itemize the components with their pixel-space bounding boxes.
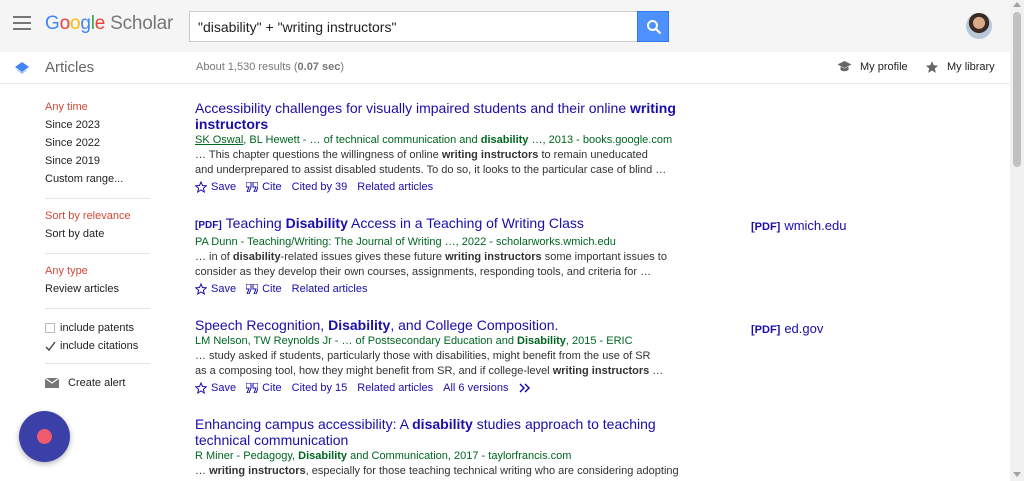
avatar[interactable] [966,13,992,39]
hamburger-icon[interactable] [13,16,31,30]
related-articles-link[interactable]: Related articles [357,382,433,394]
result-snippet: … study asked if students, particularly … [195,350,664,377]
cited-by-link[interactable]: Cited by 15 [292,382,348,394]
result-title[interactable]: Speech Recognition, Disability, and Coll… [195,317,735,333]
articles-icon [15,62,29,74]
filter-since-2019[interactable]: Since 2019 [45,154,155,172]
result-item: Accessibility challenges for visually im… [195,100,735,195]
result-title[interactable]: Accessibility challenges for visually im… [195,100,735,132]
pdf-link-wmich[interactable]: [PDF] wmich.edu [751,218,846,233]
cite-button[interactable]: Cite [246,283,282,295]
star-outline-icon [195,181,207,193]
section-label: Articles [45,59,95,76]
my-profile-link[interactable]: My profile [837,60,908,73]
quote-icon [246,182,259,192]
top-bar: Google Scholar [0,0,1010,52]
author-link[interactable]: SK Oswal [195,134,243,146]
result-snippet: … in of disability-related issues gives … [195,251,667,278]
filter-any-time[interactable]: Any time [45,100,155,118]
checkmark-icon [45,341,56,352]
graduation-cap-icon [837,61,852,72]
result-authors: SK Oswal, BL Hewett - … of technical com… [195,134,673,146]
scroll-up-arrow-icon[interactable] [1013,2,1021,7]
result-item: Speech Recognition, Disability, and Coll… [195,317,735,396]
result-actions: Save Cite Related articles [195,281,735,297]
result-item: [PDF] Teaching Disability Access in a Tea… [195,215,735,297]
record-dot-icon [37,429,52,444]
result-title[interactable]: Enhancing campus accessibility: A disabi… [195,416,735,448]
search-icon [647,20,662,35]
save-button[interactable]: Save [195,181,236,193]
sort-by-date[interactable]: Sort by date [45,227,155,245]
results-count: About 1,530 results (0.07 sec) [196,61,345,73]
pdf-link-ed-gov[interactable]: [PDF] ed.gov [751,321,823,336]
quote-icon [246,383,259,393]
cite-button[interactable]: Cite [246,382,282,394]
floating-record-button[interactable] [19,411,70,462]
results-list: Accessibility challenges for visually im… [195,100,735,481]
google-scholar-logo[interactable]: Google Scholar [45,13,173,35]
quote-icon [246,284,259,294]
cite-button[interactable]: Cite [246,181,282,193]
checkbox-checked[interactable] [45,341,56,352]
all-versions-link[interactable]: All 6 versions [443,382,508,394]
filter-since-2023[interactable]: Since 2023 [45,118,155,136]
filter-custom-range[interactable]: Custom range... [45,172,155,190]
result-title[interactable]: [PDF] Teaching Disability Access in a Tea… [195,215,735,234]
cited-by-link[interactable]: Cited by 39 [292,181,348,193]
include-citations-checkbox[interactable]: include citations [45,337,155,355]
star-icon [925,61,939,73]
my-library-link[interactable]: My library [925,60,995,74]
divider [45,308,150,309]
scrollbar[interactable] [1010,0,1024,481]
filter-sidebar: Any time Since 2023 Since 2022 Since 201… [45,100,155,392]
result-item: Enhancing campus accessibility: A disabi… [195,416,735,479]
filter-review-articles[interactable]: Review articles [45,282,155,300]
divider [45,363,150,364]
related-articles-link[interactable]: Related articles [292,283,368,295]
search-input[interactable] [189,11,637,42]
result-snippet: … writing instructors, especially for th… [195,465,679,477]
save-button[interactable]: Save [195,382,236,394]
save-button[interactable]: Save [195,283,236,295]
more-button[interactable] [519,383,531,393]
scrollbar-thumb[interactable] [1013,12,1021,167]
create-alert-link[interactable]: Create alert [45,374,155,392]
result-authors: LM Nelson, TW Reynolds Jr - … of Postsec… [195,335,633,347]
filter-any-type[interactable]: Any type [45,264,155,282]
divider [45,253,150,254]
star-outline-icon [195,382,207,394]
related-articles-link[interactable]: Related articles [357,181,433,193]
result-authors: PA Dunn - Teaching/Writing: The Journal … [195,236,616,248]
checkbox-unchecked[interactable] [45,323,55,333]
divider [45,198,150,199]
sort-by-relevance[interactable]: Sort by relevance [45,209,155,227]
search-button[interactable] [637,11,669,42]
result-authors: R Miner - Pedagogy, Disability and Commu… [195,450,572,462]
result-snippet: … This chapter questions the willingness… [195,149,667,176]
result-actions: Save Cite Cited by 15 Related articles A… [195,380,735,396]
envelope-icon [45,378,59,388]
double-chevron-icon [519,383,530,393]
include-patents-checkbox[interactable]: include patents [45,319,155,337]
result-actions: Save Cite Cited by 39 Related articles [195,179,735,195]
star-outline-icon [195,283,207,295]
sub-bar: Articles About 1,530 results (0.07 sec) … [0,52,1010,84]
scroll-down-arrow-icon[interactable] [1013,472,1021,477]
filter-since-2022[interactable]: Since 2022 [45,136,155,154]
